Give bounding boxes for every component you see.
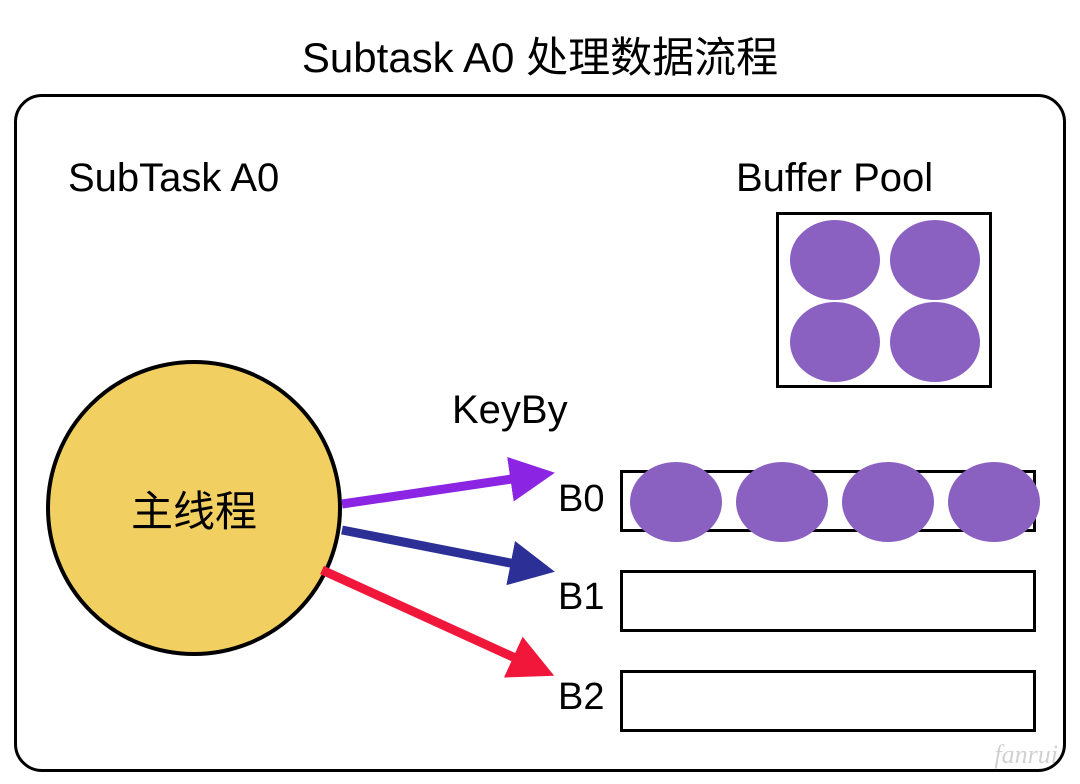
watermark: fanrui [994, 740, 1058, 770]
buffer-oval [790, 220, 880, 300]
queue-b2-label: B2 [558, 676, 604, 719]
main-thread-text: 主线程 [131, 478, 257, 539]
subtask-label: SubTask A0 [68, 156, 279, 201]
queue-b1-label: B1 [558, 576, 604, 619]
buffer-oval [790, 302, 880, 382]
buffer-oval [890, 302, 980, 382]
queue-buffer-oval [948, 462, 1040, 542]
queue-b0-label: B0 [558, 478, 604, 521]
main-thread-circle: 主线程 [46, 360, 342, 656]
buffer-oval [890, 220, 980, 300]
bufferpool-label: Buffer Pool [736, 156, 933, 201]
diagram-title: Subtask A0 处理数据流程 [0, 24, 1080, 85]
queue-buffer-oval [842, 462, 934, 542]
queue-b1 [620, 570, 1036, 632]
queue-b2 [620, 670, 1036, 732]
keyby-label: KeyBy [452, 388, 568, 433]
queue-buffer-oval [630, 462, 722, 542]
queue-buffer-oval [736, 462, 828, 542]
